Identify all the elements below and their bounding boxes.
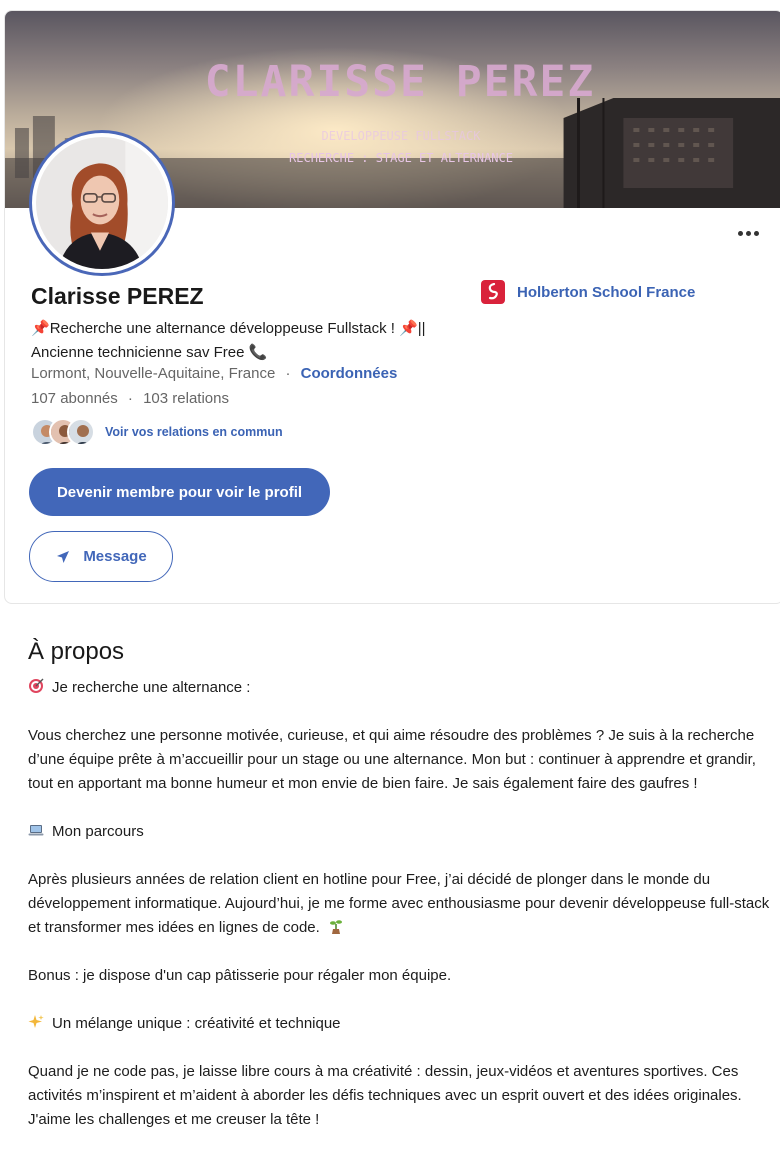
connections-count: 103 relations — [143, 390, 229, 407]
about-paragraph: Je recherche une alternance : — [28, 676, 773, 700]
headline-text: Recherche une alternance développeuse Fu… — [49, 320, 395, 337]
join-to-view-profile-button[interactable]: Devenir membre pour voir le profil — [29, 468, 330, 516]
about-paragraph: Après plusieurs années de relation clien… — [28, 871, 770, 936]
profile-avatar — [32, 133, 172, 273]
about-paragraph: Mon parcours — [28, 820, 773, 844]
more-icon — [737, 230, 743, 236]
profile-headline: 📌Recherche une alternance développeuse F… — [31, 317, 471, 365]
separator: · — [285, 365, 291, 382]
profile-location: Lormont, Nouvelle-Aquitaine, France · Co… — [31, 365, 397, 382]
message-button[interactable]: Message — [29, 531, 173, 582]
headline-text: Ancienne technicienne sav Free — [31, 344, 245, 361]
more-options-button[interactable] — [731, 219, 765, 247]
school-name[interactable]: Holberton School France — [517, 284, 695, 301]
about-section: Je recherche une alternance : Vous cherc… — [28, 676, 773, 1132]
about-paragraph: Vous cherchez une personne motivée, curi… — [28, 727, 756, 792]
mutual-connections-link[interactable]: Voir vos relations en commun — [105, 425, 283, 439]
profile-card: CLARISSE PEREZ DEVELOPPEUSE FULLSTACK RE… — [4, 10, 780, 604]
sprout-icon — [330, 920, 342, 934]
about-paragraph: Un mélange unique : créativité et techni… — [28, 1012, 773, 1036]
mutual-connections[interactable]: Voir vos relations en commun — [31, 418, 283, 446]
followers-count: 107 abonnés — [31, 390, 118, 407]
profile-stats: 107 abonnés · 103 relations — [31, 390, 229, 407]
target-icon — [29, 678, 44, 693]
about-paragraph: Quand je ne code pas, je laisse libre co… — [28, 1063, 742, 1128]
send-icon — [57, 550, 70, 563]
pin-icon: 📌 — [31, 320, 50, 337]
separator: · — [127, 390, 133, 407]
about-title: À propos — [28, 638, 125, 665]
sparkles-icon — [28, 1015, 44, 1028]
profile-name: Clarisse PEREZ — [31, 283, 204, 309]
laptop-icon — [28, 825, 44, 836]
about-paragraph: Bonus : je dispose d'un cap pâtisserie p… — [28, 967, 452, 984]
banner-title: CLARISSE PEREZ — [204, 57, 596, 107]
avatar — [67, 418, 95, 446]
message-label: Message — [83, 548, 147, 565]
school-logo-icon — [481, 280, 505, 304]
school-link[interactable]: Holberton School France — [481, 280, 695, 304]
pin-icon: 📌 — [399, 320, 418, 337]
headline-separator: || — [417, 320, 426, 337]
location-text: Lormont, Nouvelle-Aquitaine, France — [31, 365, 276, 382]
phone-icon: 📞 — [248, 344, 268, 361]
mutual-avatars — [31, 418, 95, 446]
contact-info-link[interactable]: Coordonnées — [301, 365, 398, 382]
